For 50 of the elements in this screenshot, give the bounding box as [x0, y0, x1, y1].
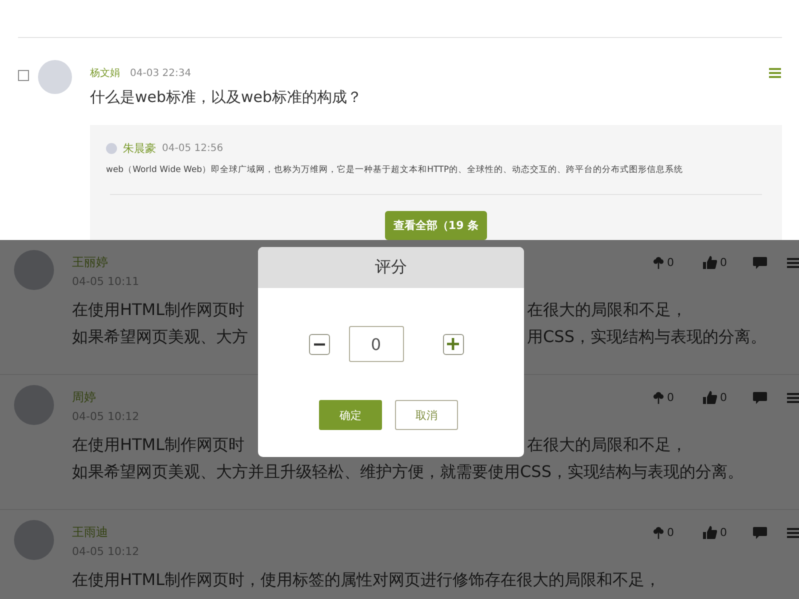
comment-text: 如果希望网页美观、大方并且升级轻松、维护方便，就需要使用CSS，实现结构与表现的分离。: [72, 462, 744, 481]
flower-icon[interactable]: [653, 526, 664, 539]
menu-icon[interactable]: [769, 68, 781, 78]
like-count: 0: [720, 256, 727, 269]
thumbs-up-icon[interactable]: [703, 526, 717, 539]
flower-count: 0: [667, 391, 674, 404]
confirm-button[interactable]: 确定: [319, 400, 382, 430]
comment-text: 在使用HTML制作网页时: [72, 300, 245, 321]
author-name: 王雨迪: [72, 524, 109, 541]
plus-icon: [447, 338, 459, 350]
checkbox[interactable]: [18, 70, 29, 81]
comment-icon[interactable]: [753, 392, 767, 404]
flower-count: 0: [667, 256, 674, 269]
comment-text: 如果希望网页美观、大方: [72, 327, 248, 348]
increment-button[interactable]: [442, 334, 464, 354]
comment-icon[interactable]: [753, 526, 767, 538]
like-count: 0: [720, 391, 727, 404]
comment-text: 在很大的局限和不足，: [527, 435, 687, 456]
menu-icon[interactable]: [787, 258, 799, 268]
comment-icon[interactable]: [753, 256, 767, 268]
dialog-title: 评分: [258, 247, 524, 288]
menu-icon[interactable]: [787, 528, 799, 538]
author-name: 杨文娟: [90, 66, 120, 80]
like-count: 0: [720, 526, 727, 539]
flower-icon[interactable]: [653, 391, 664, 404]
comment-text: 用CSS，实现结构与表现的分离。: [527, 327, 766, 348]
menu-icon[interactable]: [787, 392, 799, 402]
decrement-button[interactable]: [308, 334, 330, 354]
avatar: [38, 60, 72, 94]
avatar: [14, 250, 54, 290]
comment-text: 在使用HTML制作网页时，使用标签的属性对网页进行修饰存在很大的局限和不足，: [72, 570, 661, 589]
author-name: 周婷: [72, 389, 97, 406]
avatar: [14, 520, 54, 560]
score-field[interactable]: 0: [348, 326, 404, 362]
view-all-button[interactable]: 查看全部（19 条: [385, 211, 487, 240]
post-time: 04-03 22:34: [130, 68, 192, 78]
author-name: 朱晨豪: [123, 141, 156, 156]
flower-icon[interactable]: [653, 256, 664, 269]
avatar: [14, 385, 54, 425]
cancel-button[interactable]: 取消: [395, 400, 458, 430]
thumbs-up-icon[interactable]: [703, 391, 717, 404]
comment-text: 在使用HTML制作网页时: [72, 435, 245, 456]
thumbs-up-icon[interactable]: [703, 256, 717, 269]
post-time: 04-05 12:56: [162, 143, 224, 154]
comment-text: 在很大的局限和不足，: [527, 300, 687, 321]
question-text: 什么是web标准，以及web标准的构成？: [90, 88, 364, 107]
reply-text: web（World Wide Web）即全球广域网，也称为万维网，它是一种基于超文本和HTTP的、全球性的、动态交互的、跨平台的分布式图形信息系统: [106, 164, 684, 176]
flower-count: 0: [667, 526, 674, 539]
author-name: 王丽婷: [72, 254, 109, 271]
avatar: [106, 143, 117, 154]
